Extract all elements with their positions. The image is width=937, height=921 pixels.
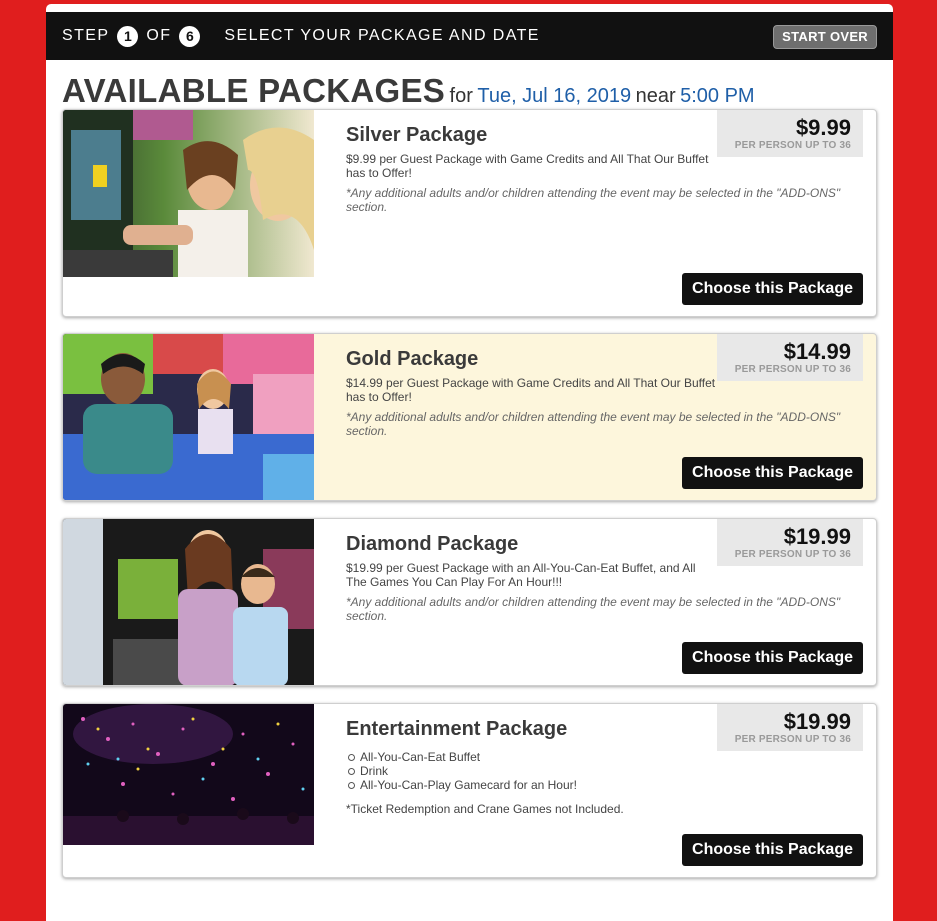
step-bar: STEP 1 OF 6 SELECT YOUR PACKAGE AND DATE… <box>46 12 893 60</box>
feature-item: All-You-Can-Eat Buffet <box>346 750 577 764</box>
price-box: $14.99 PER PERSON UP TO 36 <box>717 334 863 381</box>
page-heading: AVAILABLE PACKAGES for Tue, Jul 16, 2019… <box>62 72 755 110</box>
package-card-diamond: Diamond Package $19.99 per Guest Package… <box>62 518 877 686</box>
kids-at-arcade-photo <box>63 519 314 685</box>
package-name: Diamond Package <box>346 533 519 555</box>
confetti-crowd-photo <box>63 704 314 845</box>
feature-item: All-You-Can-Play Gamecard for an Hour! <box>346 778 577 792</box>
price-per-person: PER PERSON UP TO 36 <box>734 364 851 375</box>
start-over-button[interactable]: START OVER <box>773 25 877 49</box>
package-features: All-You-Can-Eat Buffet Drink All-You-Can… <box>346 750 577 792</box>
feature-item: Drink <box>346 764 577 778</box>
step-label: STEP <box>62 27 110 44</box>
price-per-person: PER PERSON UP TO 36 <box>734 549 851 560</box>
for-label: for <box>449 85 473 107</box>
package-name: Silver Package <box>346 124 488 146</box>
package-photo <box>63 519 314 685</box>
price-box: $9.99 PER PERSON UP TO 36 <box>717 110 863 157</box>
package-photo <box>63 334 314 500</box>
package-card-silver: Silver Package $9.99 per Guest Package w… <box>62 109 877 317</box>
package-card-gold: Gold Package $14.99 per Guest Package wi… <box>62 333 877 501</box>
choose-package-button[interactable]: Choose this Package <box>682 457 863 489</box>
page-title: AVAILABLE PACKAGES <box>62 72 446 109</box>
package-photo <box>63 704 314 871</box>
package-name: Gold Package <box>346 348 479 370</box>
package-name: Entertainment Package <box>346 718 568 740</box>
choose-package-button[interactable]: Choose this Package <box>682 642 863 674</box>
package-price: $14.99 <box>783 339 851 364</box>
choose-package-button[interactable]: Choose this Package <box>682 273 863 305</box>
package-note: *Any additional adults and/or children a… <box>346 410 841 438</box>
main-panel: STEP 1 OF 6 SELECT YOUR PACKAGE AND DATE… <box>46 4 893 921</box>
step-total-badge: 6 <box>179 25 201 47</box>
package-description: $9.99 per Guest Package with Game Credit… <box>346 152 709 180</box>
selected-time[interactable]: 5:00 PM <box>680 85 754 107</box>
near-label: near <box>635 85 676 107</box>
choose-package-button[interactable]: Choose this Package <box>682 834 863 866</box>
package-card-entertainment: Entertainment Package All-You-Can-Eat Bu… <box>62 703 877 878</box>
step-current-badge: 1 <box>117 25 139 47</box>
boy-and-girl-racing-game-photo <box>63 334 314 500</box>
package-note: *Ticket Redemption and Crane Games not I… <box>346 802 624 816</box>
package-price: $9.99 <box>795 115 851 140</box>
of-label: OF <box>146 27 172 44</box>
price-box: $19.99 PER PERSON UP TO 36 <box>717 704 863 751</box>
package-note: *Any additional adults and/or children a… <box>346 186 841 214</box>
package-price: $19.99 <box>783 524 851 549</box>
step-title: SELECT YOUR PACKAGE AND DATE <box>224 27 540 44</box>
package-description: $14.99 per Guest Package with Game Credi… <box>346 376 716 404</box>
price-box: $19.99 PER PERSON UP TO 36 <box>717 519 863 566</box>
girl-and-woman-playing-arcade-photo <box>63 110 314 277</box>
selected-date[interactable]: Tue, Jul 16, 2019 <box>477 85 631 107</box>
price-per-person: PER PERSON UP TO 36 <box>734 734 851 745</box>
price-per-person: PER PERSON UP TO 36 <box>734 140 851 151</box>
package-price: $19.99 <box>783 709 851 734</box>
package-description: $19.99 per Guest Package with an All-You… <box>346 561 696 589</box>
package-photo <box>63 110 314 277</box>
package-note: *Any additional adults and/or children a… <box>346 595 841 623</box>
